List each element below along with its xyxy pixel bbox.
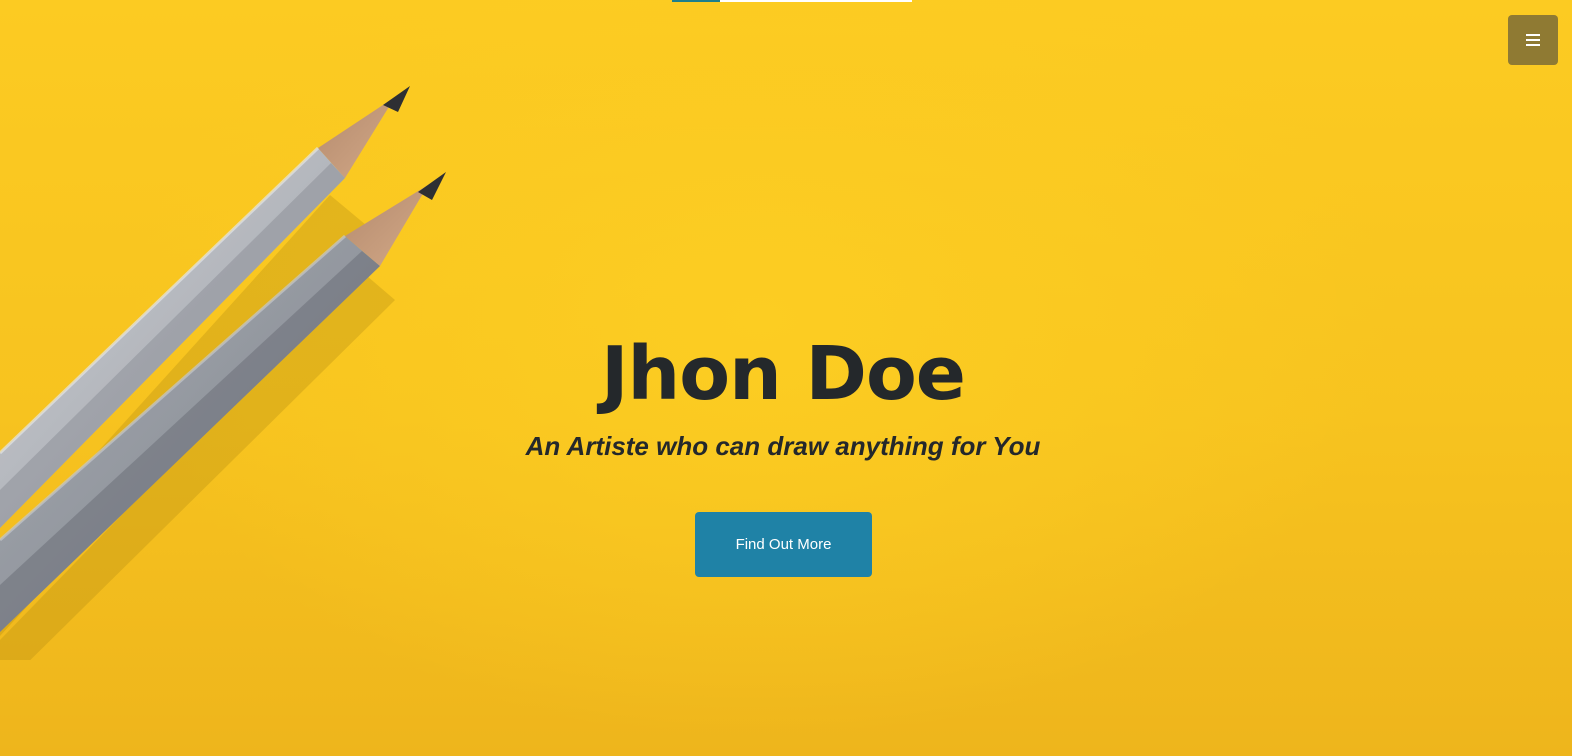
hero-title: Jhon Doe [601,331,966,417]
hamburger-menu-icon [1526,34,1540,46]
top-progress-strip [672,0,912,2]
hero-section: Jhon Doe An Artiste who can draw anythin… [0,0,1572,756]
find-out-more-button[interactable]: Find Out More [695,512,872,577]
menu-toggle-button[interactable] [1508,15,1558,65]
hero-subtitle: An Artiste who can draw anything for You [525,431,1041,461]
